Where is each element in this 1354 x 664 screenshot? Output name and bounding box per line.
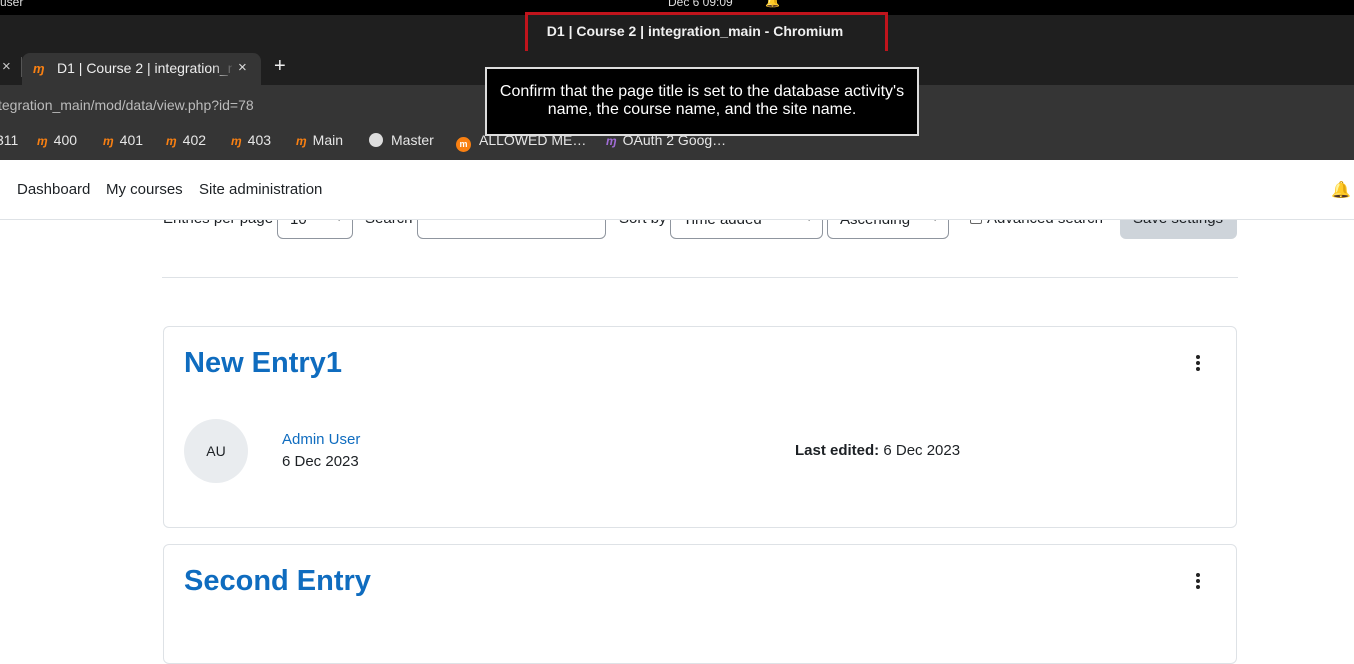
- tab-active[interactable]: ɱ D1 | Course 2 | integration_main ×: [22, 53, 261, 85]
- close-icon[interactable]: ×: [238, 59, 247, 76]
- bookmark-402[interactable]: ɱ 402: [166, 132, 206, 148]
- bookmark-label: 400: [53, 132, 78, 148]
- bookmark-label: 311: [0, 132, 19, 148]
- moodle-icon: ɱ: [33, 61, 45, 76]
- orange-moodle-icon: m: [456, 137, 471, 152]
- entry-card: Second Entry: [163, 544, 1237, 664]
- kebab-menu-icon[interactable]: [1190, 355, 1206, 375]
- bookmark-311[interactable]: 311: [0, 132, 18, 148]
- bookmark-label: 403: [247, 132, 272, 148]
- os-user-label: user: [0, 0, 24, 9]
- bookmark-main[interactable]: ɱ Main: [296, 132, 343, 148]
- entry-title[interactable]: New Entry1: [184, 347, 342, 380]
- nav-my-courses[interactable]: My courses: [106, 181, 183, 198]
- bookmark-label: 401: [119, 132, 144, 148]
- primary-navigation: Dashboard My courses Site administration…: [0, 160, 1354, 220]
- avatar[interactable]: AU: [184, 419, 248, 483]
- title-highlight-box: [525, 12, 888, 56]
- bookmark-label: Main: [312, 132, 344, 148]
- author-link[interactable]: Admin User: [282, 431, 360, 448]
- moodle-icon: ɱ: [296, 134, 307, 148]
- bell-icon[interactable]: 🔔: [1331, 180, 1351, 200]
- bookmark-label: 402: [182, 132, 207, 148]
- moodle-icon: ɱ: [103, 134, 114, 148]
- tab-label-fade: [212, 57, 236, 79]
- url-field[interactable]: tegration_main/mod/data/view.php?id=78: [0, 97, 254, 113]
- last-edited-value: 6 Dec 2023: [883, 442, 961, 459]
- close-icon[interactable]: ×: [2, 58, 11, 75]
- bell-icon[interactable]: 🔔: [765, 0, 780, 8]
- bookmark-401[interactable]: ɱ 401: [103, 132, 143, 148]
- entry-card: New Entry1 AU Admin User 6 Dec 2023 Last…: [163, 326, 1237, 528]
- purple-moodle-icon: ɱ: [606, 134, 617, 148]
- bookmark-400[interactable]: ɱ 400: [37, 132, 77, 148]
- new-tab-button[interactable]: +: [274, 55, 286, 78]
- bookmark-master[interactable]: Master: [369, 132, 434, 148]
- globe-icon: [369, 133, 383, 147]
- last-edited-label: Last edited:: [795, 442, 880, 459]
- bookmark-403[interactable]: ɱ 403: [231, 132, 271, 148]
- nav-dashboard[interactable]: Dashboard: [17, 181, 90, 198]
- section-divider: [162, 277, 1238, 278]
- tab-label: D1 | Course 2 | integration_main: [57, 60, 232, 76]
- os-clock[interactable]: Dec 6 09:09: [668, 0, 733, 9]
- moodle-icon: ɱ: [166, 134, 177, 148]
- bookmark-label: Master: [391, 132, 434, 148]
- kebab-menu-icon[interactable]: [1190, 573, 1206, 593]
- nav-site-administration[interactable]: Site administration: [199, 181, 322, 198]
- entry-title[interactable]: Second Entry: [184, 565, 371, 598]
- tooltip-text: Confirm that the page title is set to th…: [499, 83, 905, 118]
- last-edited: Last edited: 6 Dec 2023: [795, 442, 960, 459]
- instruction-tooltip: Confirm that the page title is set to th…: [485, 67, 919, 136]
- moodle-icon: ɱ: [231, 134, 242, 148]
- moodle-icon: ɱ: [37, 134, 48, 148]
- entry-date: 6 Dec 2023: [282, 453, 359, 470]
